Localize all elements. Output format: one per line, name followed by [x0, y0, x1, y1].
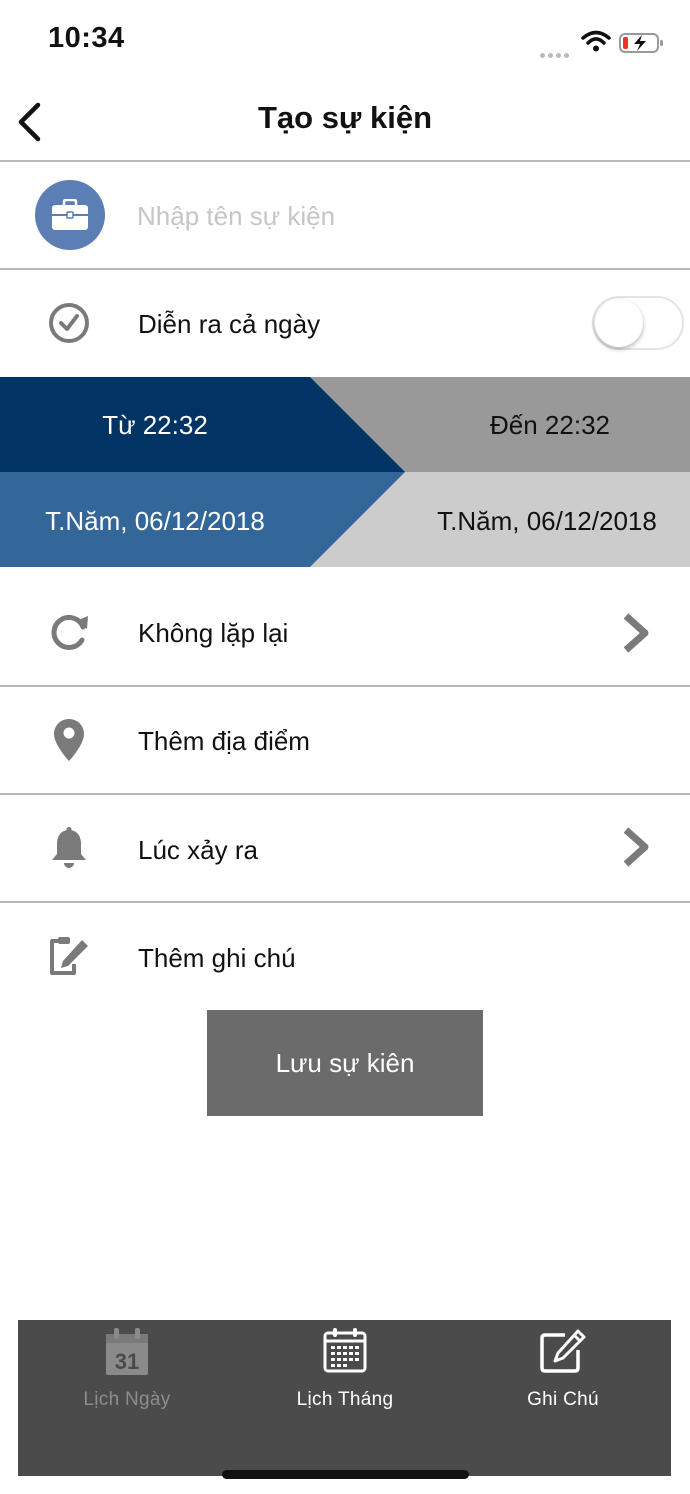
all-day-toggle[interactable] [592, 296, 684, 350]
tab-bar: 31 Lịch Ngày Lịch Tháng Ghi Chú [18, 1320, 671, 1476]
location-label: Thêm địa điểm [138, 726, 310, 756]
time-range-panel [0, 377, 690, 567]
all-day-label: Diễn ra cả ngày [138, 309, 321, 339]
divider [0, 160, 690, 162]
location-pin-icon [53, 718, 85, 767]
repeat-label: Không lặp lại [138, 618, 289, 648]
to-date[interactable]: T.Năm, 06/12/2018 [412, 506, 682, 537]
chevron-right-icon [620, 612, 652, 659]
divider [0, 268, 690, 270]
location-row[interactable] [0, 687, 690, 793]
briefcase-icon [52, 199, 88, 230]
repeat-row[interactable] [0, 567, 690, 685]
to-time[interactable]: Đến 22:32 [440, 410, 660, 441]
save-event-button[interactable]: Lưu sự kiên [207, 1010, 483, 1116]
note-row[interactable] [0, 903, 690, 1003]
tab-daily-calendar[interactable]: 31 Lịch Ngày [18, 1320, 236, 1476]
from-date[interactable]: T.Năm, 06/12/2018 [0, 506, 310, 537]
cellular-signal-icon [540, 45, 572, 63]
event-name-input[interactable] [137, 196, 617, 236]
event-type-avatar[interactable] [35, 180, 105, 250]
calendar-day-number: 31 [115, 1349, 139, 1374]
clock-check-icon [47, 301, 91, 350]
tab-monthly-calendar[interactable]: Lịch Tháng [236, 1320, 454, 1476]
toggle-knob [595, 299, 643, 347]
repeat-icon [47, 610, 91, 659]
chevron-right-icon [620, 826, 652, 873]
reminder-row[interactable] [0, 795, 690, 901]
page-title: Tạo sự kiện [257, 100, 433, 135]
tab-notes[interactable]: Ghi Chú [454, 1320, 672, 1476]
battery-icon [619, 32, 665, 59]
home-indicator [222, 1470, 469, 1479]
reminder-label: Lúc xảy ra [138, 835, 258, 865]
tab-label: Ghi Chú [527, 1389, 599, 1410]
bell-icon [49, 827, 89, 874]
calendar-month-icon [323, 1328, 367, 1373]
calendar-day-icon: 31 [106, 1328, 148, 1375]
tab-label: Lịch Ngày [83, 1389, 171, 1410]
tab-label: Lịch Tháng [296, 1389, 394, 1410]
from-time[interactable]: Từ 22:32 [0, 410, 310, 441]
wifi-icon [581, 30, 611, 57]
status-time: 10:34 [48, 22, 125, 54]
edit-note-icon [540, 1329, 586, 1373]
note-edit-icon [48, 934, 90, 981]
note-label: Thêm ghi chú [138, 943, 296, 973]
